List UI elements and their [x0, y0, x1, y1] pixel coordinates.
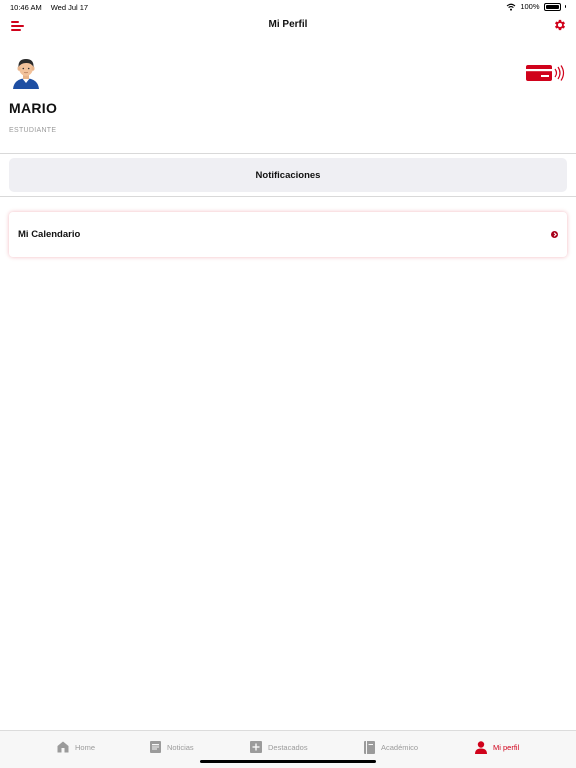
- battery-tip: [564, 5, 566, 8]
- nfc-card-icon[interactable]: [526, 63, 566, 83]
- person-icon: [475, 740, 487, 754]
- plus-box-icon: [250, 741, 262, 753]
- status-time: 10:46 AM: [10, 3, 42, 12]
- tab-label: Académico: [381, 742, 419, 752]
- notifications-label: Notificaciones: [255, 169, 321, 181]
- divider: [0, 153, 576, 154]
- home-indicator[interactable]: [200, 760, 376, 763]
- gear-icon[interactable]: [553, 18, 567, 32]
- notifications-button[interactable]: Notificaciones: [9, 158, 567, 192]
- battery-icon: [543, 2, 561, 11]
- tab-destacados[interactable]: Destacados: [250, 739, 308, 755]
- status-right: 100%: [506, 2, 566, 11]
- chevron-right-icon: [551, 231, 558, 238]
- status-date: Wed Jul 17: [50, 3, 89, 12]
- tab-label: Mi perfil: [493, 742, 520, 752]
- battery-percent: 100%: [520, 2, 540, 11]
- tab-label: Noticias: [167, 742, 194, 752]
- tab-home[interactable]: Home: [57, 739, 95, 755]
- tab-mi-perfil[interactable]: Mi perfil: [475, 739, 519, 755]
- calendar-label: Mi Calendario: [18, 229, 81, 240]
- tab-label: Home: [75, 742, 96, 752]
- tab-noticias[interactable]: Noticias: [150, 739, 194, 755]
- home-icon: [57, 741, 69, 753]
- tab-label: Destacados: [268, 742, 308, 752]
- status-left: 10:46 AM Wed Jul 17: [10, 3, 88, 12]
- calendar-item[interactable]: Mi Calendario: [9, 212, 567, 257]
- divider: [0, 196, 576, 197]
- page-title: Mi Perfil: [268, 19, 308, 30]
- wifi-icon: [506, 3, 516, 11]
- status-bar: 10:46 AM Wed Jul 17 100%: [0, 0, 576, 14]
- avatar: [13, 59, 39, 89]
- newspaper-icon: [150, 741, 161, 753]
- user-name: MARIO: [9, 100, 58, 116]
- user-role: ESTUDIANTE: [9, 127, 57, 134]
- tab-academico[interactable]: Académico: [364, 739, 418, 755]
- nav-bar: Mi Perfil: [0, 14, 576, 36]
- book-icon: [364, 740, 375, 754]
